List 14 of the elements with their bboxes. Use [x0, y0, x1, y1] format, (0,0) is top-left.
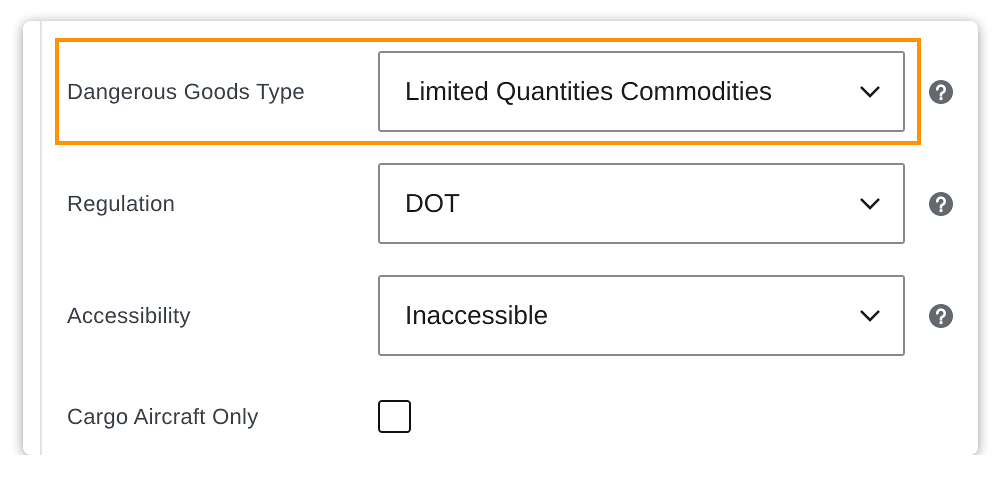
dropdown[interactable]: DOT	[378, 163, 905, 244]
chevron-icon	[859, 196, 881, 210]
help-icon[interactable]	[929, 304, 953, 328]
checkbox[interactable]	[378, 400, 411, 433]
help-icon[interactable]	[929, 80, 953, 104]
dropdown[interactable]: Limited Quantities Commodities	[378, 51, 905, 132]
field-label: Cargo Aircraft Only	[67, 404, 260, 430]
field-label: Accessibility	[67, 302, 192, 328]
chevron-icon	[859, 308, 881, 322]
field-label: Regulation	[67, 190, 176, 216]
field-label: Dangerous Goods Type	[67, 78, 306, 104]
dropdown[interactable]: Inaccessible	[378, 275, 905, 356]
chevron-icon	[859, 84, 881, 98]
help-icon[interactable]	[929, 192, 953, 216]
